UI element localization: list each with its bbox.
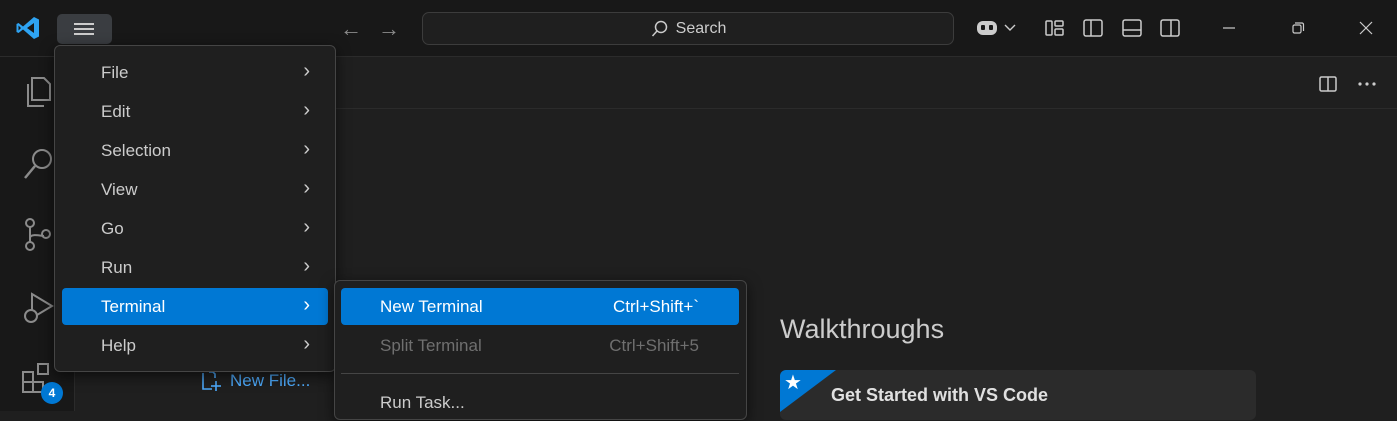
menu-item-terminal[interactable]: Terminal ›: [62, 288, 328, 325]
new-file-label[interactable]: New File...: [230, 371, 310, 391]
menu-item-run-task[interactable]: Run Task...: [341, 384, 739, 421]
menu-item-new-terminal[interactable]: New Terminal Ctrl+Shift+`: [341, 288, 739, 325]
walkthroughs-heading: Walkthroughs: [780, 314, 945, 344]
forward-arrow-icon[interactable]: →: [378, 16, 400, 42]
menu-item-view[interactable]: View ›: [62, 171, 328, 208]
menu-item-go[interactable]: Go ›: [62, 210, 328, 247]
chevron-right-icon: ›: [303, 216, 310, 238]
search-icon[interactable]: [18, 144, 58, 184]
menu-item-help[interactable]: Help ›: [62, 327, 328, 364]
toggle-primary-sidebar-icon[interactable]: [1081, 16, 1105, 40]
menu-separator: [341, 373, 739, 374]
shortcut-label: Ctrl+Shift+5: [609, 336, 699, 355]
menu-item-file[interactable]: File ›: [62, 54, 328, 91]
chevron-right-icon: ›: [303, 99, 310, 121]
new-file-link[interactable]: New File...: [200, 370, 310, 392]
application-menu-button[interactable]: [57, 14, 112, 44]
walkthrough-card-get-started[interactable]: ★ Get Started with VS Code: [780, 370, 1256, 420]
restore-button[interactable]: [1284, 14, 1312, 42]
chevron-right-icon: ›: [303, 60, 310, 82]
copilot-icon[interactable]: [975, 16, 999, 40]
close-icon: [1359, 21, 1373, 35]
menu-item-run[interactable]: Run ›: [62, 249, 328, 286]
toggle-panel-icon[interactable]: [1120, 16, 1144, 40]
more-actions-icon[interactable]: [1356, 74, 1378, 94]
star-icon: ★: [784, 372, 802, 394]
chevron-down-icon[interactable]: [1004, 24, 1016, 32]
hamburger-icon: [74, 23, 94, 25]
chevron-right-icon: ›: [303, 294, 310, 316]
back-arrow-icon[interactable]: ←: [340, 16, 362, 42]
command-center-search[interactable]: Search: [422, 12, 954, 45]
restore-icon: [1292, 22, 1305, 34]
toggle-secondary-sidebar-icon[interactable]: [1158, 16, 1182, 40]
run-debug-icon[interactable]: [18, 288, 58, 328]
menu-item-split-terminal[interactable]: Split Terminal Ctrl+Shift+5: [341, 327, 739, 364]
walkthrough-card-label: Get Started with VS Code: [831, 385, 1049, 405]
application-menu: File › Edit › Selection › View › Go › Run › Te…: [54, 45, 336, 372]
explorer-icon[interactable]: [18, 72, 58, 112]
minimize-icon: [1223, 27, 1235, 29]
minimize-button[interactable]: [1215, 14, 1243, 42]
chevron-right-icon: ›: [303, 333, 310, 355]
close-button[interactable]: [1352, 14, 1380, 42]
menu-item-edit[interactable]: Edit ›: [62, 93, 328, 130]
search-placeholder: Search: [675, 19, 727, 37]
search-icon: [651, 20, 667, 37]
terminal-submenu: New Terminal Ctrl+Shift+` Split Terminal…: [334, 280, 747, 420]
extensions-badge: 4: [41, 382, 63, 404]
chevron-right-icon: ›: [303, 138, 310, 160]
customize-layout-icon[interactable]: [1043, 16, 1067, 40]
chevron-right-icon: ›: [303, 255, 310, 277]
shortcut-label: Ctrl+Shift+`: [613, 297, 699, 316]
vscode-logo-icon: [16, 17, 39, 39]
split-editor-icon[interactable]: [1318, 74, 1338, 94]
source-control-icon[interactable]: [18, 214, 58, 254]
chevron-right-icon: ›: [303, 177, 310, 199]
new-file-icon: [202, 371, 221, 391]
menu-item-selection[interactable]: Selection ›: [62, 132, 328, 169]
